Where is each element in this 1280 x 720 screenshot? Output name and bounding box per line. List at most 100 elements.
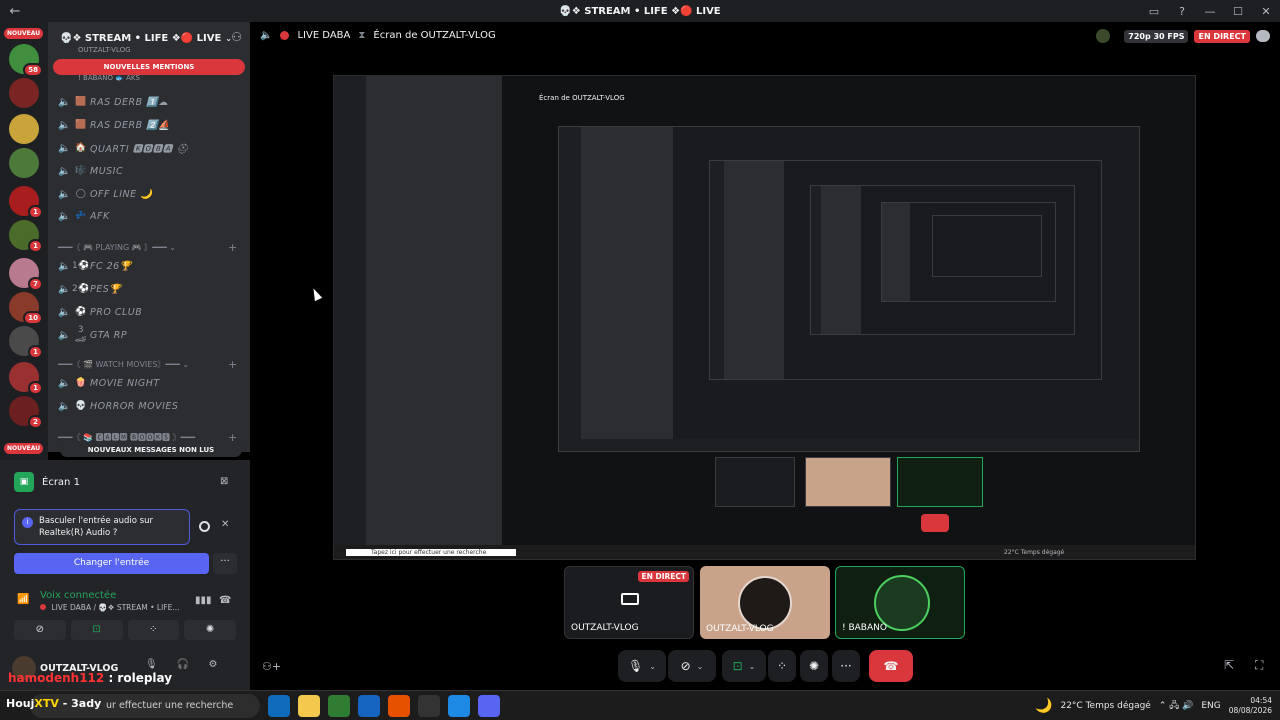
share-screen-button[interactable]: ⊡ ⌄ xyxy=(722,650,766,682)
voice-channel[interactable]: 🔈 ◯ OFF LINE 🌙 xyxy=(58,184,152,204)
channel-label: RAS DERB 2️⃣⛵ xyxy=(90,119,171,131)
chevron-down-icon[interactable]: ⌄ xyxy=(649,662,656,671)
minimize-button[interactable]: — xyxy=(1196,0,1224,22)
unread-messages-banner[interactable]: NOUVEAUX MESSAGES NON LUS xyxy=(60,443,242,457)
category-playing[interactable]: ━━━〘 🎮 PLAYING 🎮 〙━━━ ⌄ + xyxy=(58,240,237,254)
new-badge: NOUVEAU xyxy=(4,28,44,39)
voice-user-peek: OUTZALT-VLOG xyxy=(78,46,131,54)
voice-channel[interactable]: 🔈 🟫 RAS DERB 1️⃣☁ xyxy=(58,92,168,112)
watermark-part: - 3ady xyxy=(62,697,102,710)
category-movies[interactable]: ━━━〘 🎬 WATCH MOVIES〙━━━ ⌄ + xyxy=(58,357,237,371)
server-icon[interactable] xyxy=(9,78,39,108)
voice-channel[interactable]: 🔈 🎼 MUSIC xyxy=(58,161,123,181)
server-icon[interactable]: 1 xyxy=(9,220,43,253)
chat-icon[interactable] xyxy=(1256,30,1270,42)
voice-channel[interactable]: 🔈 🏠 QUARTI 🅺🅾🅱🅰 ⛑ xyxy=(58,138,189,158)
close-icon[interactable]: ✕ xyxy=(221,519,229,530)
user-tile[interactable]: ! BABANO xyxy=(835,566,965,639)
app-icon[interactable] xyxy=(448,695,470,717)
nested-server-rail xyxy=(559,127,581,451)
tile-label: OUTZALT-VLOG xyxy=(706,624,774,634)
soundboard-button[interactable]: ✺ xyxy=(800,650,828,682)
chat-nick: hamodenh112 xyxy=(8,671,105,685)
plus-icon[interactable]: + xyxy=(228,241,237,254)
category-label: ━━━〘 🎬 WATCH MOVIES〙━━━ ⌄ xyxy=(58,359,190,369)
chevron-down-icon[interactable]: ⌄ xyxy=(697,662,704,671)
mail-icon[interactable] xyxy=(358,695,380,717)
live-dot-icon xyxy=(280,31,290,40)
voice-channel[interactable]: 🔈 🟫 RAS DERB 2️⃣⛵ xyxy=(58,115,171,135)
tray-icons[interactable]: ⌃ 🖧 🔊 xyxy=(1159,698,1194,714)
tile-label: ! BABANO xyxy=(842,623,887,633)
user-controls[interactable]: 🎙 🎧 ⚙ xyxy=(145,659,225,670)
maximize-button[interactable]: ☐ xyxy=(1224,0,1252,22)
voice-channel[interactable]: 🔈 2⚽ PES🏆 xyxy=(58,279,122,299)
activities-button[interactable]: ⁘ xyxy=(127,620,180,640)
store-icon[interactable] xyxy=(328,695,350,717)
camera-button[interactable]: ⊘ ⌄ xyxy=(668,650,716,682)
add-person-icon[interactable]: ⚇+ xyxy=(262,660,281,673)
language[interactable]: ENG xyxy=(1201,701,1220,711)
channel-icon: 🎼 xyxy=(75,166,87,176)
user-tile[interactable]: OUTZALT-VLOG xyxy=(700,566,830,639)
activities-button[interactable]: ⁘ xyxy=(768,650,796,682)
category-partial[interactable]: ━━━〘 📚 🅲🅰🅻🅼 🅱🅾🅾🅺🆂 〙━━━ + xyxy=(58,430,237,444)
voice-channel[interactable]: 🔈 💤 AFK xyxy=(58,206,110,226)
mouse-cursor-icon xyxy=(309,286,323,302)
edge-icon[interactable] xyxy=(268,695,290,717)
server-icon[interactable] xyxy=(9,114,39,144)
chevron-down-icon[interactable]: ⌄ xyxy=(749,662,756,671)
soundboard-button[interactable]: ✺ xyxy=(184,620,236,640)
popout-icon[interactable]: ⇱ xyxy=(1224,658,1234,672)
camera-off-button[interactable]: ⊘ xyxy=(14,620,66,640)
obs-icon[interactable] xyxy=(418,695,440,717)
more-button[interactable]: ··· xyxy=(213,553,237,574)
voice-channel[interactable]: 🔈 3🏎 GTA RP xyxy=(58,325,127,345)
help-icon[interactable]: ? xyxy=(1168,0,1196,22)
plus-icon[interactable]: + xyxy=(228,358,237,371)
server-icon[interactable] xyxy=(9,148,39,178)
live-dot-icon xyxy=(40,604,46,610)
disconnect-icon[interactable]: ☎ xyxy=(219,595,231,606)
system-tray: 🌙 22°C Temps dégagé ⌃ 🖧 🔊 ENG 04:54 08/0… xyxy=(1035,691,1272,720)
share-screen-button[interactable]: ⊡ xyxy=(70,620,123,640)
taskbar-apps xyxy=(268,695,500,717)
back-arrow-icon[interactable]: ← xyxy=(0,4,30,19)
server-icon[interactable]: 10 xyxy=(9,292,43,325)
plus-icon[interactable]: + xyxy=(228,431,237,444)
mic-button[interactable]: 🎙 ⌄ xyxy=(618,650,666,682)
noise-suppression-icon[interactable]: ▮▮▮ xyxy=(195,595,212,606)
fullscreen-icon[interactable]: ⛶ xyxy=(1255,658,1263,673)
close-button[interactable]: ✕ xyxy=(1252,0,1280,22)
inbox-icon[interactable]: ▭ xyxy=(1140,0,1168,22)
screen-share-view[interactable]: Écran de OUTZALT-VLOG Tapez ici pour eff… xyxy=(333,75,1196,560)
stream-tile[interactable]: EN DIRECT OUTZALT-VLOG xyxy=(564,566,694,639)
server-icon[interactable]: 1 xyxy=(9,362,43,395)
server-icon[interactable]: 2 xyxy=(9,396,43,429)
brave-icon[interactable] xyxy=(388,695,410,717)
server-icon[interactable]: 1 xyxy=(9,326,43,359)
unread-count-badge: 1 xyxy=(28,205,43,219)
file-explorer-icon[interactable] xyxy=(298,695,320,717)
voice-location[interactable]: LIVE DABA / 💀❖ STREAM • LIFE... xyxy=(40,603,180,612)
add-user-icon[interactable]: ⚇ xyxy=(231,30,242,44)
discord-icon[interactable] xyxy=(478,695,500,717)
unread-count-badge: 1 xyxy=(28,381,43,395)
voice-channel-name[interactable]: LIVE DABA xyxy=(297,30,350,41)
voice-channel[interactable]: 🔈 🍿 MOVIE NIGHT xyxy=(58,373,160,393)
voice-channel[interactable]: 🔈 💀 HORROR MOVIES xyxy=(58,396,178,416)
stop-share-icon[interactable]: ⊠ xyxy=(220,476,228,487)
voice-channel[interactable]: 🔈 1⚽ FC 26🏆 xyxy=(58,256,132,276)
change-input-button[interactable]: Changer l'entrée xyxy=(14,553,209,574)
clock[interactable]: 04:54 08/08/2026 xyxy=(1229,696,1272,716)
live-badge: EN DIRECT xyxy=(1194,29,1250,43)
server-icon[interactable]: 7 xyxy=(9,258,43,291)
new-mentions-banner[interactable]: NOUVELLES MENTIONS xyxy=(53,59,245,75)
hangup-button[interactable]: ☎ xyxy=(869,650,913,682)
server-icon[interactable]: 58 xyxy=(9,44,43,77)
voice-channel[interactable]: 🔈 ⚽ PRO CLUB xyxy=(58,302,142,322)
weather-text[interactable]: 22°C Temps dégagé xyxy=(1060,701,1150,711)
server-icon[interactable]: 1 xyxy=(9,186,43,219)
more-button[interactable]: ··· xyxy=(832,650,860,682)
screen-share-row[interactable]: ▣ Écran 1 xyxy=(14,472,80,492)
